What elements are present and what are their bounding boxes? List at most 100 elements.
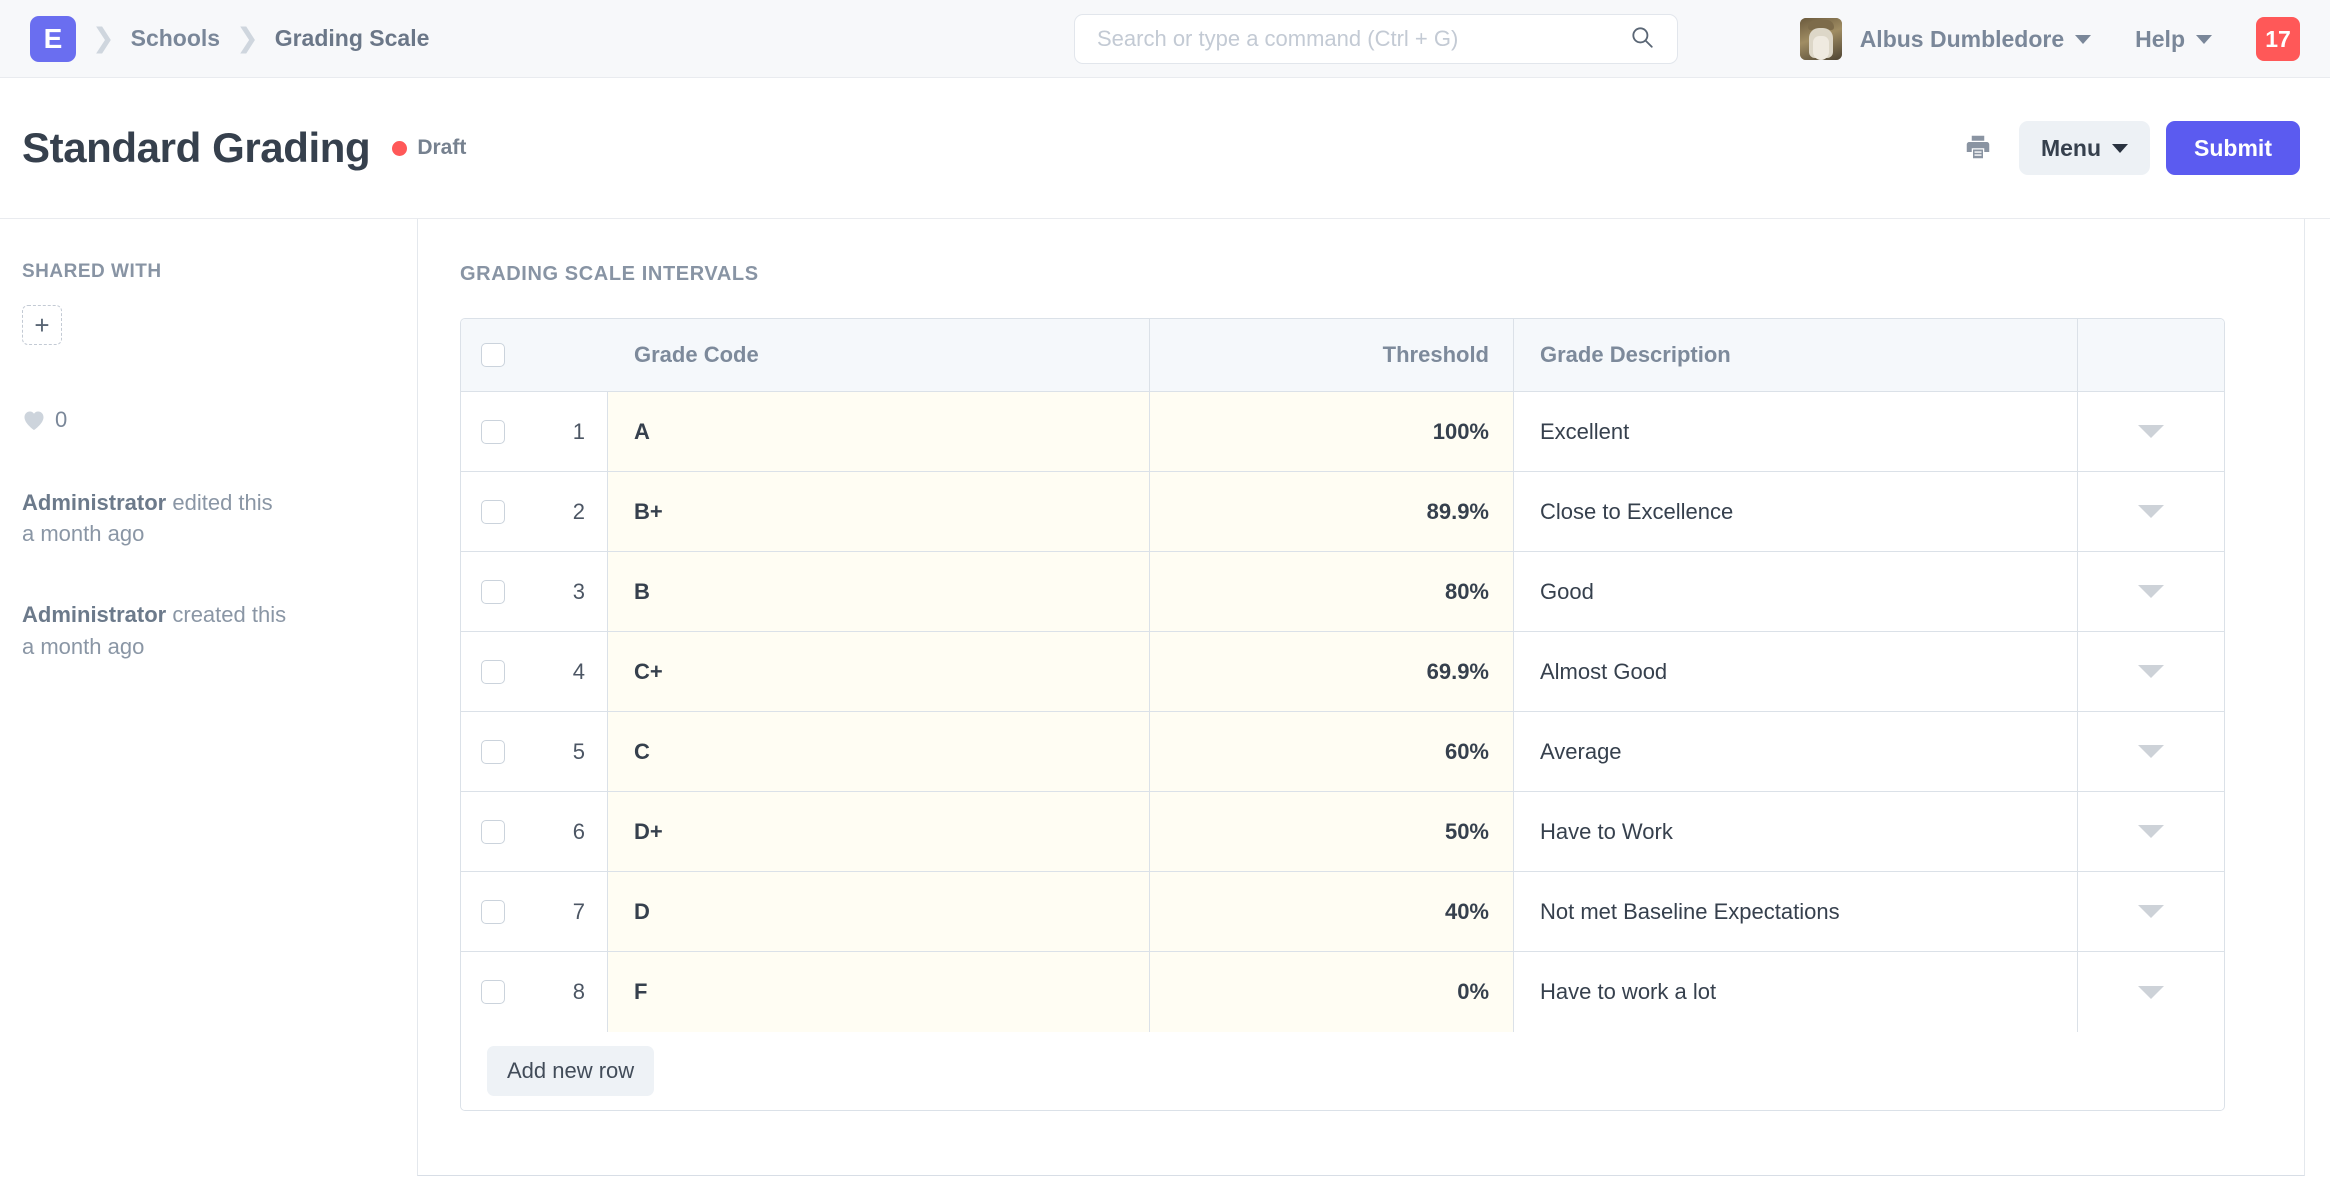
cell-threshold[interactable]: 100%	[1150, 392, 1514, 471]
row-checkbox[interactable]	[481, 819, 505, 844]
row-select-cell[interactable]	[461, 472, 525, 551]
cell-grade-code[interactable]: B+	[608, 472, 1150, 551]
cell-grade-code[interactable]: D+	[608, 792, 1150, 871]
cell-grade-code[interactable]: C+	[608, 632, 1150, 711]
row-menu-button[interactable]	[2078, 872, 2224, 951]
cell-threshold[interactable]: 50%	[1150, 792, 1514, 871]
print-button[interactable]	[1953, 123, 2003, 173]
row-index: 3	[525, 552, 608, 631]
cell-grade-description[interactable]: Average	[1514, 712, 2078, 791]
cell-grade-description[interactable]: Not met Baseline Expectations	[1514, 872, 2078, 951]
row-select-cell[interactable]	[461, 392, 525, 471]
table-row[interactable]: 1 A 100% Excellent	[461, 392, 2224, 472]
help-menu[interactable]: Help	[2135, 26, 2212, 53]
row-select-cell[interactable]	[461, 872, 525, 951]
column-header-grade-description[interactable]: Grade Description	[1514, 319, 2078, 391]
add-new-row-button[interactable]: Add new row	[487, 1046, 655, 1096]
row-index: 1	[525, 392, 608, 471]
table-row[interactable]: 2 B+ 89.9% Close to Excellence	[461, 472, 2224, 552]
row-checkbox[interactable]	[481, 739, 505, 764]
row-index: 5	[525, 712, 608, 791]
column-header-grade-code[interactable]: Grade Code	[608, 319, 1150, 391]
app-logo[interactable]: E	[30, 15, 76, 62]
search-input[interactable]	[1097, 26, 1621, 52]
cell-grade-code[interactable]: F	[608, 952, 1150, 1032]
row-menu-button[interactable]	[2078, 792, 2224, 871]
table-row[interactable]: 8 F 0% Have to work a lot	[461, 952, 2224, 1032]
status-label: Draft	[417, 136, 467, 159]
row-select-cell[interactable]	[461, 792, 525, 871]
caret-down-icon[interactable]	[2138, 425, 2164, 438]
table-row[interactable]: 4 C+ 69.9% Almost Good	[461, 632, 2224, 712]
caret-down-icon[interactable]	[2138, 905, 2164, 918]
row-select-cell[interactable]	[461, 632, 525, 711]
table-row[interactable]: 7 D 40% Not met Baseline Expectations	[461, 872, 2224, 952]
cell-grade-code[interactable]: C	[608, 712, 1150, 791]
cell-threshold[interactable]: 60%	[1150, 712, 1514, 791]
table-row[interactable]: 6 D+ 50% Have to Work	[461, 792, 2224, 872]
like-counter[interactable]: 0	[22, 407, 387, 433]
navbar-right: Albus Dumbledore Help 17	[1799, 0, 2300, 78]
row-select-cell[interactable]	[461, 712, 525, 791]
row-checkbox[interactable]	[481, 579, 505, 604]
row-checkbox[interactable]	[481, 899, 505, 924]
cell-threshold[interactable]: 80%	[1150, 552, 1514, 631]
row-checkbox[interactable]	[481, 659, 505, 684]
top-navbar: E ❯ Schools ❯ Grading Scale Albus Dumble…	[0, 0, 2330, 78]
cell-grade-code[interactable]: B	[608, 552, 1150, 631]
activity-created: Administrator created this a month ago	[22, 599, 387, 661]
row-menu-button[interactable]	[2078, 392, 2224, 471]
notifications-badge[interactable]: 17	[2256, 17, 2300, 61]
menu-button[interactable]: Menu	[2018, 121, 2151, 175]
cell-threshold[interactable]: 40%	[1150, 872, 1514, 951]
document-titlebar: Standard Grading Draft Menu Submit	[0, 78, 2330, 218]
cell-grade-description[interactable]: Excellent	[1514, 392, 2078, 471]
cell-threshold[interactable]: 89.9%	[1150, 472, 1514, 551]
row-checkbox[interactable]	[481, 499, 505, 524]
cell-grade-description[interactable]: Almost Good	[1514, 632, 2078, 711]
title-actions: Menu Submit	[1953, 121, 2300, 175]
cell-threshold[interactable]: 0%	[1150, 952, 1514, 1032]
row-menu-button[interactable]	[2078, 552, 2224, 631]
caret-down-icon[interactable]	[2138, 505, 2164, 518]
select-all-cell[interactable]	[461, 319, 525, 391]
caret-down-icon[interactable]	[2138, 825, 2164, 838]
table-row[interactable]: 5 C 60% Average	[461, 712, 2224, 792]
add-share-button[interactable]: +	[22, 305, 62, 345]
cell-grade-description[interactable]: Have to work a lot	[1514, 952, 2078, 1032]
chevron-down-icon	[2075, 34, 2092, 44]
caret-down-icon[interactable]	[2138, 745, 2164, 758]
breadcrumb-item-schools[interactable]: Schools	[131, 25, 220, 52]
user-menu[interactable]: Albus Dumbledore	[1860, 26, 2092, 53]
avatar[interactable]	[1799, 18, 1842, 60]
help-label: Help	[2135, 25, 2185, 52]
column-header-threshold[interactable]: Threshold	[1150, 319, 1514, 391]
table-row[interactable]: 3 B 80% Good	[461, 552, 2224, 632]
cell-grade-code[interactable]: D	[608, 872, 1150, 951]
breadcrumb-item-grading-scale[interactable]: Grading Scale	[275, 25, 430, 52]
row-checkbox[interactable]	[481, 980, 505, 1004]
submit-button[interactable]: Submit	[2166, 121, 2300, 175]
row-menu-button[interactable]	[2078, 472, 2224, 551]
caret-down-icon[interactable]	[2138, 585, 2164, 598]
row-select-cell[interactable]	[461, 952, 525, 1032]
activity-user: Administrator	[22, 490, 167, 515]
cell-threshold[interactable]: 69.9%	[1150, 632, 1514, 711]
caret-down-icon[interactable]	[2138, 985, 2164, 999]
row-select-cell[interactable]	[461, 552, 525, 631]
row-menu-button[interactable]	[2078, 632, 2224, 711]
cell-grade-code[interactable]: A	[608, 392, 1150, 471]
row-menu-button[interactable]	[2078, 712, 2224, 791]
caret-down-icon[interactable]	[2138, 665, 2164, 678]
global-search[interactable]	[1074, 14, 1678, 64]
search-icon[interactable]	[1629, 24, 1655, 55]
row-checkbox[interactable]	[481, 419, 505, 444]
menu-label: Menu	[2040, 134, 2102, 161]
row-menu-button[interactable]	[2078, 952, 2224, 1032]
cell-grade-description[interactable]: Have to Work	[1514, 792, 2078, 871]
select-all-checkbox[interactable]	[481, 343, 505, 367]
cell-grade-description[interactable]: Good	[1514, 552, 2078, 631]
activity-action: edited this	[166, 490, 273, 515]
search-box[interactable]	[1074, 14, 1678, 64]
cell-grade-description[interactable]: Close to Excellence	[1514, 472, 2078, 551]
